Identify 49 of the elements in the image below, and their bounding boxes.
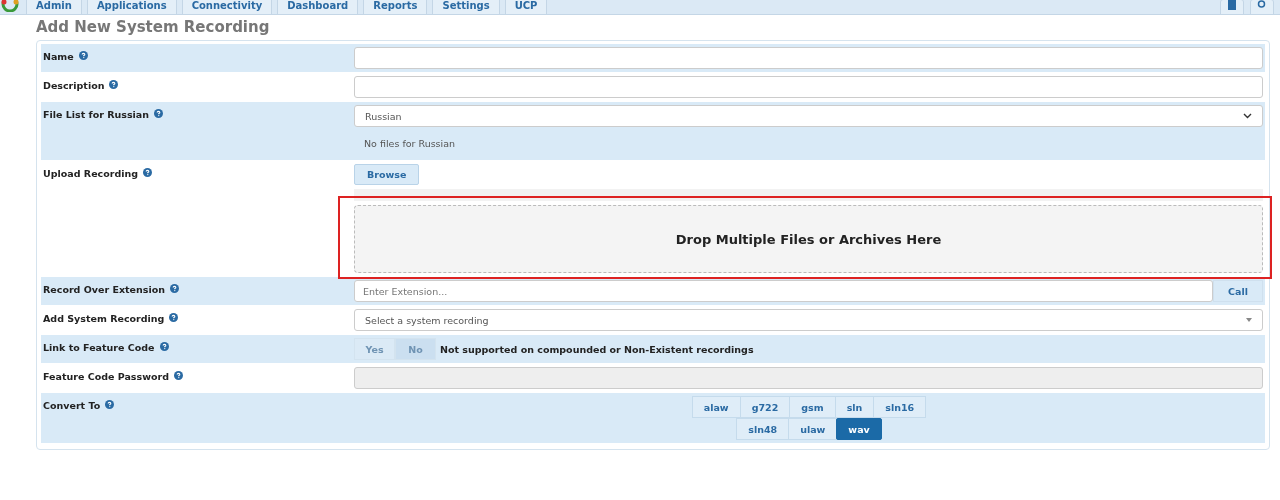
caret-icon: [1246, 318, 1252, 322]
field-label: File List for Russian: [43, 109, 150, 120]
text-field[interactable]: [354, 47, 1263, 69]
nav-tab[interactable]: Reports: [363, 0, 428, 14]
nav-tab[interactable]: Connectivity: [181, 0, 273, 14]
help-icon[interactable]: [105, 400, 115, 409]
drop-zone[interactable]: Drop Multiple Files or Archives Here: [354, 205, 1263, 273]
format-option[interactable]: sln: [834, 396, 875, 418]
page-title: Add New System Recording: [36, 18, 271, 36]
format-option[interactable]: alaw: [691, 396, 741, 418]
help-icon[interactable]: [154, 109, 164, 118]
field-label: Convert To: [43, 400, 101, 411]
nav-tab[interactable]: Dashboard: [277, 0, 359, 14]
language-button[interactable]: [1220, 0, 1244, 14]
nav-tab[interactable]: Admin: [26, 0, 82, 14]
nav-tab[interactable]: UCP: [504, 0, 548, 14]
help-icon[interactable]: [170, 284, 179, 293]
file-list-note: No files for Russian: [363, 137, 457, 151]
field-label: Description: [43, 80, 105, 91]
help-icon[interactable]: [78, 51, 88, 60]
field-label: Name: [43, 51, 74, 62]
format-option[interactable]: sln16: [873, 396, 927, 418]
browse-button[interactable]: Browse: [354, 164, 420, 185]
language-select[interactable]: Russian: [354, 105, 1263, 127]
extension-field[interactable]: Enter Extension...: [354, 280, 1214, 302]
logo-icon: [0, 0, 20, 12]
chevron-icon: [1243, 113, 1252, 119]
nav-tab[interactable]: Applications: [86, 0, 177, 14]
toggle-note: Not supported on compounded or Non-Existent recordings: [440, 343, 754, 355]
field-label: Upload Recording: [43, 168, 139, 179]
field-label: Feature Code Password: [43, 371, 169, 382]
help-icon[interactable]: [109, 80, 119, 89]
help-icon[interactable]: [159, 342, 169, 351]
recording-select[interactable]: Select a system recording: [354, 309, 1263, 331]
nav-tab[interactable]: Settings: [432, 0, 500, 14]
text-field[interactable]: [354, 76, 1263, 98]
field-label: Record Over Extension: [43, 284, 165, 295]
format-option[interactable]: wav: [836, 418, 882, 440]
format-option[interactable]: gsm: [789, 396, 836, 418]
format-option[interactable]: g722: [739, 396, 791, 418]
field-label: Link to Feature Code: [43, 342, 155, 353]
call-button[interactable]: Call: [1213, 280, 1263, 302]
help-icon[interactable]: [173, 371, 183, 380]
format-option[interactable]: sln48: [736, 418, 790, 440]
format-option[interactable]: ulaw: [788, 418, 838, 440]
search-button[interactable]: [1250, 0, 1274, 14]
help-icon[interactable]: [169, 313, 179, 322]
field-label: Add System Recording: [43, 313, 165, 324]
help-icon[interactable]: [143, 168, 153, 177]
